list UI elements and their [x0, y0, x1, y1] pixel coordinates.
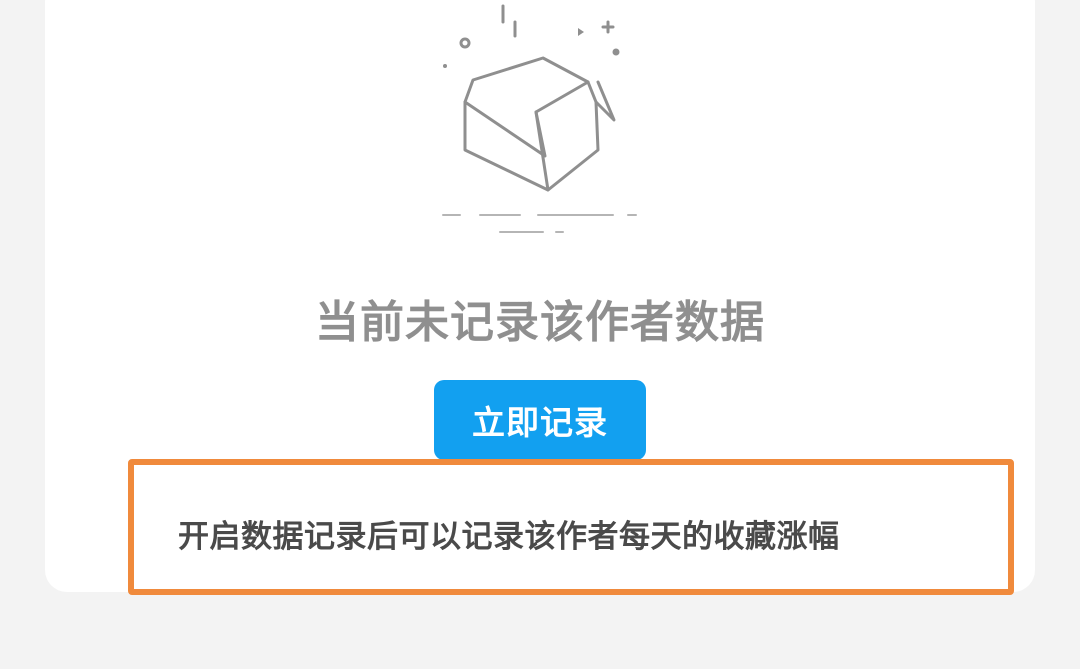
empty-state-message: 当前未记录该作者数据	[315, 297, 765, 348]
open-box-icon	[438, 0, 648, 240]
record-now-button[interactable]: 立即记录	[434, 380, 646, 460]
hint-highlight-box: 开启数据记录后可以记录该作者每天的收藏涨幅	[128, 459, 1014, 595]
hint-text: 开启数据记录后可以记录该作者每天的收藏涨幅	[178, 519, 840, 555]
